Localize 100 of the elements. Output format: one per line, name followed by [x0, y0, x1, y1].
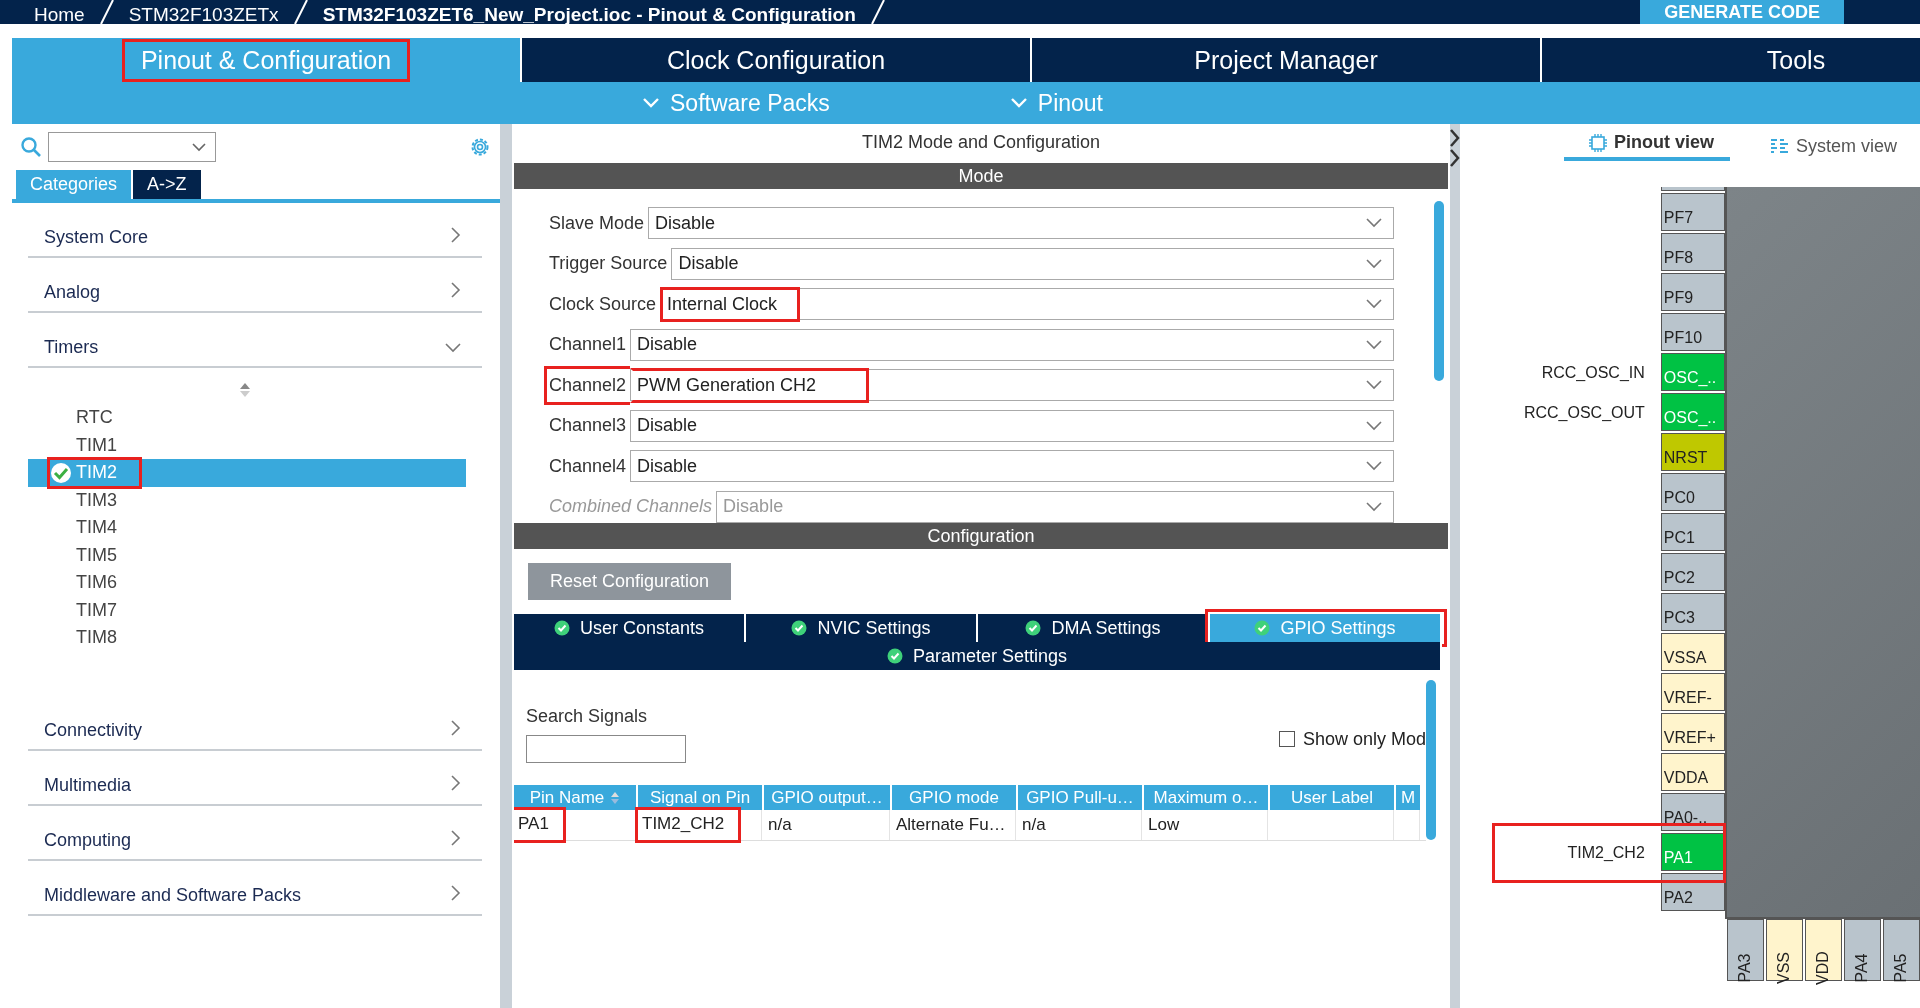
chip-pin[interactable]: VREF+: [1660, 713, 1725, 751]
peripheral-item[interactable]: TIM4: [28, 514, 466, 542]
peripheral-item[interactable]: TIM3: [28, 486, 466, 514]
field-label: Channel2: [544, 365, 631, 405]
chip-pin[interactable]: PC2: [1660, 553, 1725, 591]
check-icon: [886, 648, 903, 664]
field-label: Channel1: [548, 333, 628, 357]
chip-pin: [1660, 187, 1725, 191]
settings-tab[interactable]: User Constants: [514, 614, 746, 642]
check-icon: [553, 620, 570, 636]
chevron-down-icon: [1009, 97, 1028, 109]
view-tab[interactable]: System view: [1770, 132, 1898, 161]
chip-icon: [1588, 132, 1608, 153]
chevron-right-icon: [450, 828, 462, 847]
check-icon: [1025, 620, 1042, 636]
chevron-down-icon: [444, 342, 462, 354]
dropdown-field[interactable]: PWM Generation CH2: [630, 369, 1394, 402]
section-header: Mode: [514, 163, 1448, 189]
chip-pin[interactable]: PA3: [1727, 919, 1764, 981]
settings-tab[interactable]: NVIC Settings: [746, 614, 978, 642]
peripheral-item[interactable]: TIM6: [28, 569, 466, 597]
chevron-right-icon: [450, 718, 462, 737]
main-tab[interactable]: Clock Configuration: [522, 38, 1032, 82]
chevron-down-icon: [642, 97, 660, 109]
signal-label: RCC_OSC_OUT: [1523, 404, 1645, 422]
category-item[interactable]: Timers: [28, 313, 482, 368]
category-item[interactable]: Computing: [28, 805, 482, 861]
chip-pin[interactable]: PA5: [1883, 919, 1920, 981]
main-tab[interactable]: Project Manager: [1032, 38, 1542, 82]
peripheral-item[interactable]: TIM7: [28, 596, 466, 624]
table-cell-text: n/a: [1021, 814, 1047, 836]
chevron-down-icon: [1365, 338, 1383, 351]
settings-tab[interactable]: DMA Settings: [978, 614, 1210, 642]
dropdown-field[interactable]: Disable: [630, 409, 1394, 442]
view-tab[interactable]: Pinout view: [1564, 132, 1730, 161]
chip-pin[interactable]: VREF-: [1660, 673, 1725, 711]
sort-icon[interactable]: [610, 790, 621, 805]
dropdown-field[interactable]: Internal Clock: [660, 288, 1394, 321]
field-label: Channel3: [548, 414, 628, 438]
category-item[interactable]: Connectivity: [28, 695, 482, 751]
chip-pin[interactable]: PF9: [1660, 273, 1725, 311]
category-item[interactable]: Middleware and Software Packs: [28, 860, 482, 916]
signal-label: TIM2_CH2: [1567, 844, 1645, 862]
chip-pin[interactable]: PC1: [1660, 513, 1725, 551]
chevron-right-icon: [450, 281, 462, 299]
field-label: Trigger Source: [548, 252, 669, 276]
breadcrumb[interactable]: Home: [34, 6, 85, 24]
chevron-right-icon: [450, 883, 462, 902]
dropdown-field[interactable]: Disable: [630, 450, 1394, 483]
main-tab[interactable]: Tools: [1542, 38, 1920, 82]
dropdown-field[interactable]: Disable: [630, 328, 1394, 361]
search-field[interactable]: [526, 735, 686, 763]
chevron-down-icon: [1365, 257, 1383, 270]
peripheral-item[interactable]: TIM5: [28, 541, 466, 569]
chip-pin[interactable]: VSSA: [1660, 633, 1725, 671]
dropdown-field[interactable]: Disable: [648, 207, 1394, 240]
chip-pin[interactable]: PA0-..: [1660, 793, 1725, 831]
breadcrumb[interactable]: STM32F103ZETx: [128, 6, 279, 24]
peripheral-item[interactable]: RTC: [28, 404, 466, 432]
field-label: Combined Channels: [548, 495, 714, 519]
scrollbar[interactable]: [1426, 680, 1436, 840]
search-combobox[interactable]: [48, 132, 216, 162]
chevron-right-icon: [450, 226, 462, 244]
signal-label: RCC_OSC_IN: [1541, 364, 1645, 382]
chevron-down-icon: [1365, 298, 1383, 311]
chip-pin[interactable]: PA4: [1844, 919, 1881, 981]
field-label: Clock Source: [548, 292, 658, 316]
chip-pin[interactable]: PC3: [1660, 593, 1725, 631]
table-cell-text: Alternate Fu…: [895, 814, 1007, 836]
show-only-checkbox[interactable]: Show only Mod: [1278, 728, 1426, 750]
check-icon: [791, 620, 808, 636]
chip-pin[interactable]: PF7: [1660, 193, 1725, 231]
search-icon[interactable]: [20, 136, 42, 158]
sidebar-tab[interactable]: A->Z: [133, 170, 201, 199]
dropdown-field[interactable]: Disable: [671, 247, 1394, 280]
collapse-icon[interactable]: [1450, 128, 1460, 168]
chip-pin[interactable]: PF8: [1660, 233, 1725, 271]
search-label: Search Signals: [526, 706, 649, 727]
chip-pin[interactable]: PC0: [1660, 473, 1725, 511]
chevron-down-icon: [191, 142, 207, 152]
chip-pin[interactable]: VDDA: [1660, 753, 1725, 791]
field-label: Slave Mode: [548, 211, 646, 235]
table-cell-text: Low: [1147, 814, 1181, 836]
chip-pin[interactable]: NRST: [1660, 433, 1725, 471]
table-cell-text: n/a: [767, 814, 793, 836]
category-item[interactable]: Multimedia: [28, 750, 482, 806]
field-label: Channel4: [548, 454, 628, 478]
chevron-down-icon: [1365, 419, 1383, 432]
category-item[interactable]: System Core: [28, 203, 482, 258]
scrollbar[interactable]: [1434, 201, 1444, 381]
settings-tab[interactable]: Parameter Settings: [514, 642, 1442, 670]
category-item[interactable]: Analog: [28, 258, 482, 313]
peripheral-item[interactable]: TIM8: [28, 624, 466, 652]
table-cell: TIM2_CH2: [638, 810, 739, 840]
peripheral-item[interactable]: TIM1: [28, 431, 466, 459]
section-header: Configuration: [514, 523, 1448, 549]
chip-pin[interactable]: PF10: [1660, 313, 1725, 351]
sort-icon[interactable]: [239, 382, 251, 398]
chip-pin[interactable]: PA2: [1660, 873, 1725, 911]
table-cell: PA1: [514, 810, 563, 840]
